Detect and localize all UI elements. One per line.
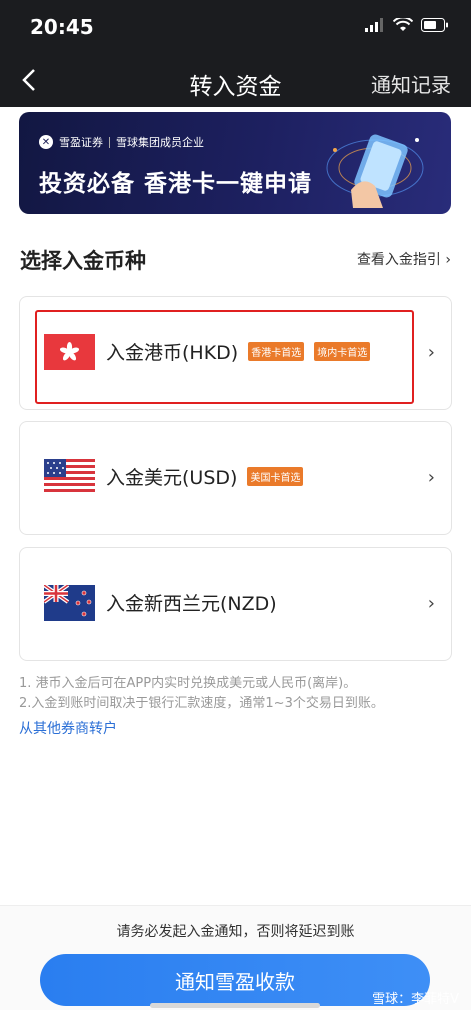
section-title: 选择入金币种 [20,249,146,273]
chevron-right-icon: › [427,467,435,488]
banner-headline: 投资必备 香港卡一键申请 [39,171,313,197]
us-flag-icon [44,459,95,495]
note-line-1: 1. 港币入金后可在APP内实时兑换成美元或人民币(离岸)。 [19,676,357,691]
tag-badge: 香港卡首选 [248,342,305,361]
battery-icon [421,18,448,32]
bottom-hint: 请务必发起入金通知，否则将延迟到账 [116,924,355,940]
currency-option-nzd[interactable]: 入金新西兰元(NZD) › [19,547,452,661]
currency-option-usd[interactable]: 入金美元(USD) 美国卡首选 › [19,421,452,535]
deposit-notes: 1. 港币入金后可在APP内实时兑换成美元或人民币(离岸)。 2.入金到账时间取… [19,674,384,714]
status-bar: 20:45 [0,0,471,55]
tag-badge: 境内卡首选 [314,342,371,361]
transfer-from-broker-link[interactable]: 从其他券商转户 [19,718,117,738]
banner-brand: ✕ 雪盈证券 雪球集团成员企业 [39,134,204,150]
chevron-right-icon: › [445,252,451,268]
deposit-guide-label: 查看入金指引 [356,252,441,268]
currency-name: 入金港币(HKD) [106,342,239,364]
hk-flag-icon [44,334,95,370]
currency-label-nzd: 入金新西兰元(NZD) [106,589,277,616]
chevron-right-icon: › [427,593,435,614]
nav-bar: 转入资金 通知记录 [0,55,471,107]
nz-flag-icon [44,585,95,621]
divider [109,136,110,148]
currency-name: 入金新西兰元(NZD) [106,593,277,615]
watermark-text: 雪球：李菲特V [372,992,459,1007]
banner-brand-sub: 雪球集团成员企业 [116,136,204,149]
status-icons [365,18,449,32]
note-line-2: 2.入金到账时间取决于银行汇款速度，通常1~3个交易日到账。 [19,696,384,711]
tag-badge: 美国卡首选 [247,467,304,486]
banner-brand-name: 雪盈证券 [59,136,103,149]
currency-name: 入金美元(USD) [106,467,238,489]
bottom-action-bar: 请务必发起入金通知，否则将延迟到账 通知雪盈收款 雪球：李菲特V [0,905,471,1010]
currency-option-hkd[interactable]: 入金港币(HKD) 香港卡首选 境内卡首选 › [19,296,452,410]
home-indicator [150,1003,320,1008]
deposit-guide-link[interactable]: 查看入金指引 › [357,249,451,269]
brand-logo-icon: ✕ [39,135,53,149]
currency-label-hkd: 入金港币(HKD) 香港卡首选 境内卡首选 [106,338,371,365]
phone-card-illustration-icon [326,134,424,208]
notification-history-link[interactable]: 通知记录 [371,69,451,98]
currency-label-usd: 入金美元(USD) 美国卡首选 [106,463,304,490]
signal-icon [365,18,383,32]
chevron-right-icon: › [427,342,435,363]
promo-banner[interactable]: ✕ 雪盈证券 雪球集团成员企业 投资必备 香港卡一键申请 [19,112,451,214]
status-time: 20:45 [30,15,94,39]
wifi-icon [393,18,413,31]
